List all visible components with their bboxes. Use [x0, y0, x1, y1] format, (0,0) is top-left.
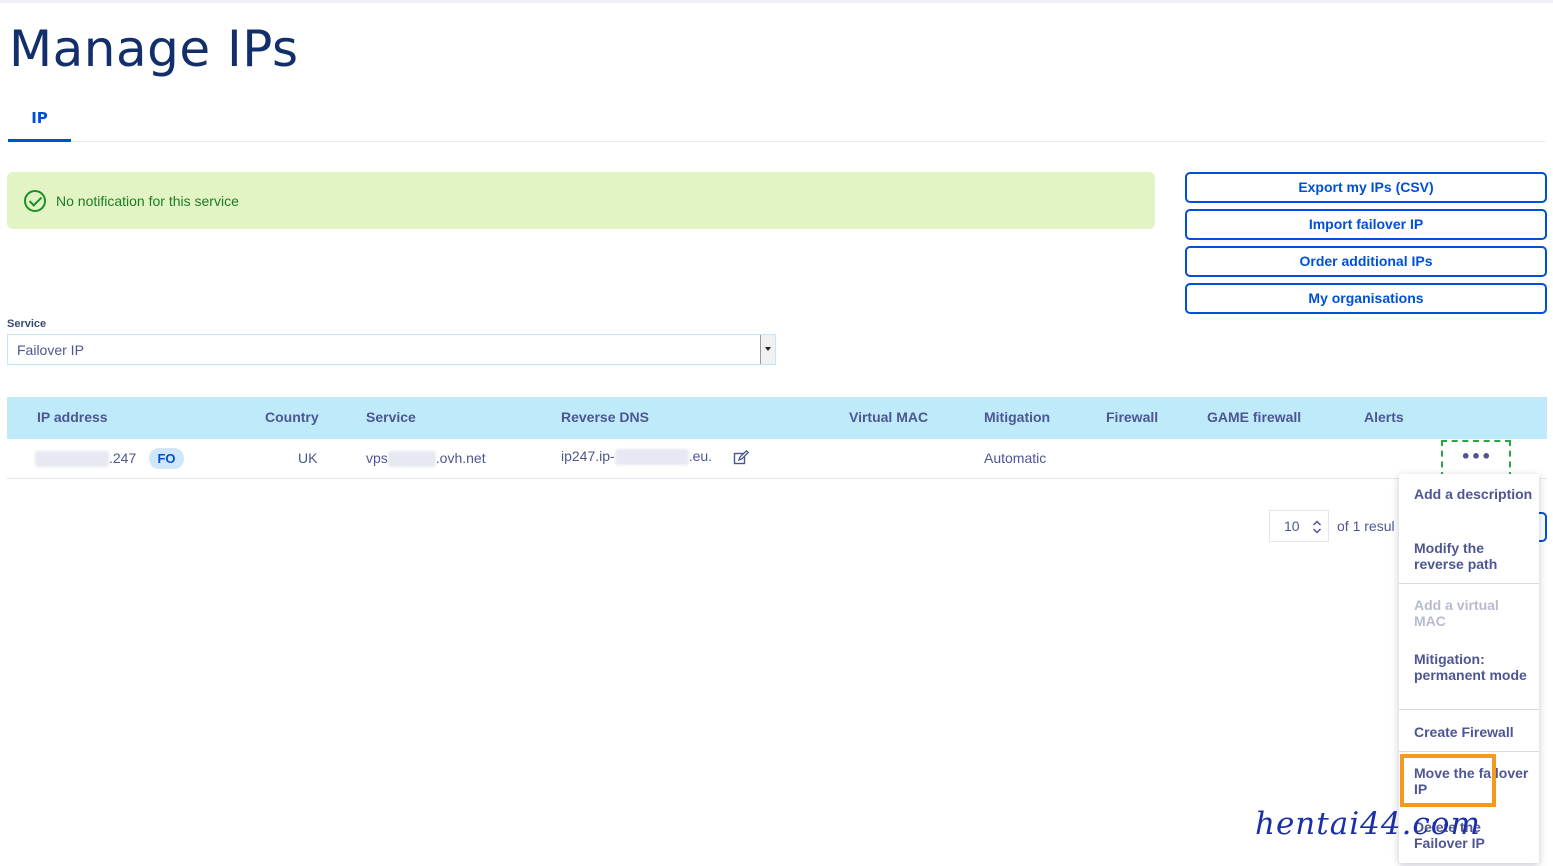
tab-ip[interactable]: IP	[8, 100, 71, 142]
col-country[interactable]: Country	[265, 409, 319, 425]
menu-divider	[1399, 583, 1539, 584]
watermark-text: hentai44.com	[1255, 806, 1481, 842]
redacted-ip	[35, 451, 109, 468]
menu-add-description[interactable]: Add a description	[1414, 486, 1534, 502]
rdns-prefix: ip247.ip-	[561, 448, 615, 464]
col-alerts[interactable]: Alerts	[1364, 409, 1404, 425]
service-prefix: vps	[366, 450, 388, 466]
col-mitigation[interactable]: Mitigation	[984, 409, 1050, 425]
ip-address-cell: .247	[35, 450, 137, 468]
table-header: IP address Country Service Reverse DNS V…	[7, 397, 1547, 439]
country-cell: UK	[298, 450, 318, 466]
service-select-value: Failover IP	[17, 342, 84, 358]
ip-suffix: .247	[109, 450, 137, 466]
page-size-select[interactable]: 10	[1269, 510, 1329, 542]
tab-bar: IP	[8, 100, 1546, 142]
export-csv-button[interactable]: Export my IPs (CSV)	[1185, 172, 1547, 203]
table-row: .247 FO UK vps .ovh.net ip247.ip- .eu. Aut…	[7, 439, 1547, 479]
results-count-text: of 1 resul	[1337, 518, 1395, 534]
redacted-rdns	[614, 449, 689, 466]
service-select[interactable]: Failover IP	[7, 334, 776, 365]
service-cell: vps .ovh.net	[366, 450, 486, 468]
page-title: Manage IPs	[9, 20, 299, 78]
menu-divider	[1399, 709, 1539, 710]
col-virtual-mac[interactable]: Virtual MAC	[849, 409, 928, 425]
redacted-service	[387, 451, 436, 468]
my-organisations-button[interactable]: My organisations	[1185, 283, 1547, 314]
rdns-suffix: .eu.	[688, 448, 713, 464]
menu-divider	[1399, 751, 1539, 752]
check-circle-icon	[24, 189, 46, 212]
menu-add-virtual-mac: Add a virtual MAC	[1414, 597, 1499, 629]
col-ip-address[interactable]: IP address	[37, 409, 108, 425]
highlight-box	[1400, 754, 1496, 807]
col-firewall[interactable]: Firewall	[1106, 409, 1158, 425]
service-label: Service	[7, 318, 47, 330]
more-actions-button[interactable]: •••	[1441, 440, 1511, 478]
notification-text: No notification for this service	[56, 192, 239, 209]
col-game-firewall[interactable]: GAME firewall	[1207, 409, 1301, 425]
sort-updown-icon	[1312, 520, 1322, 534]
reverse-dns-cell: ip247.ip- .eu.	[561, 448, 713, 466]
col-reverse-dns[interactable]: Reverse DNS	[561, 409, 649, 425]
service-suffix: .ovh.net	[435, 450, 486, 466]
notification-banner: No notification for this service	[7, 172, 1155, 229]
menu-modify-reverse-path[interactable]: Modify the reverse path	[1414, 540, 1534, 572]
page-size-value: 10	[1284, 518, 1300, 534]
col-service[interactable]: Service	[366, 409, 416, 425]
fo-badge: FO	[149, 448, 184, 469]
order-ips-button[interactable]: Order additional IPs	[1185, 246, 1547, 277]
mitigation-cell: Automatic	[984, 450, 1047, 466]
top-border	[0, 0, 1553, 3]
menu-mitigation-permanent[interactable]: Mitigation: permanent mode	[1414, 651, 1534, 683]
chevron-down-icon[interactable]	[760, 335, 775, 364]
menu-create-firewall[interactable]: Create Firewall	[1414, 724, 1534, 740]
edit-icon[interactable]	[733, 450, 749, 466]
import-failover-button[interactable]: Import failover IP	[1185, 209, 1547, 240]
